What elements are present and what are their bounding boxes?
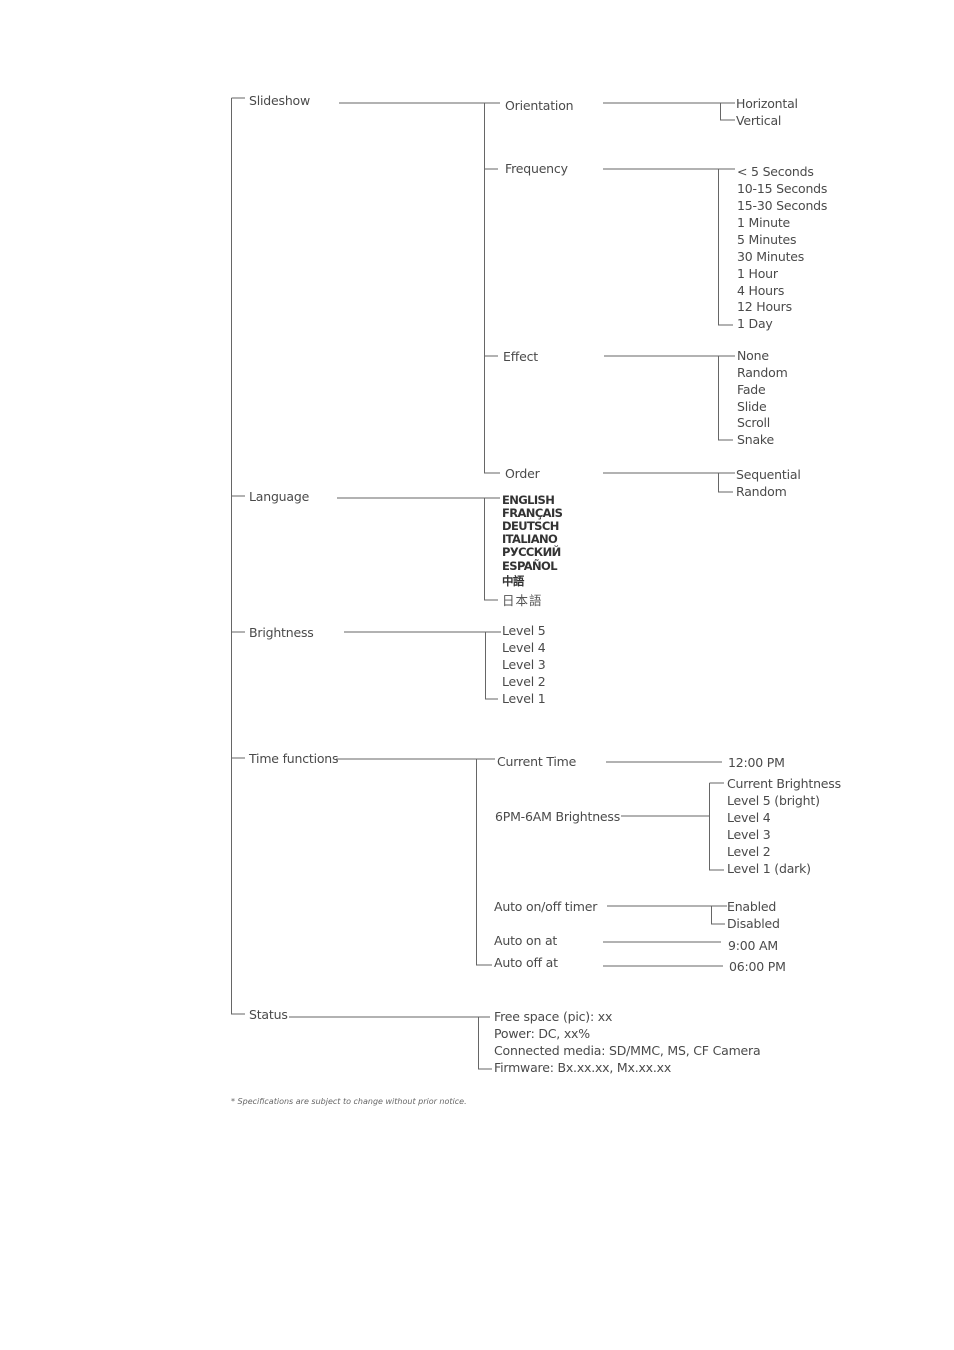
language-option[interactable]: 中語 xyxy=(502,574,524,588)
language-connector xyxy=(337,497,500,601)
orientation-label[interactable]: Orientation xyxy=(505,97,574,114)
language-option[interactable]: 日本語 xyxy=(502,592,543,609)
frequency-connector xyxy=(603,168,735,326)
status-connected-media: Connected media: SD/MMC, MS, CF Camera xyxy=(494,1043,761,1058)
frequency-option[interactable]: 4 Hours xyxy=(737,282,784,299)
night-brightness-option[interactable]: Current Brightness xyxy=(727,775,841,792)
effect-label[interactable]: Effect xyxy=(503,348,538,365)
status-connector xyxy=(289,1016,492,1070)
brightness-option[interactable]: Level 1 xyxy=(502,690,546,707)
effect-option[interactable]: None xyxy=(737,347,769,364)
order-connector xyxy=(603,472,735,493)
option-horizontal[interactable]: Horizontal xyxy=(736,95,798,112)
frequency-option[interactable]: 10-15 Seconds xyxy=(737,180,827,197)
language-option[interactable]: РУССКИЙ xyxy=(502,545,561,559)
option-vertical[interactable]: Vertical xyxy=(736,112,781,129)
effect-connector xyxy=(604,355,735,441)
effect-option[interactable]: Random xyxy=(737,364,788,381)
frequency-option[interactable]: 5 Minutes xyxy=(737,231,797,248)
effect-option[interactable]: Slide xyxy=(737,398,767,415)
main-spine-line xyxy=(231,97,245,1015)
brightness-option[interactable]: Level 2 xyxy=(502,673,546,690)
auto-off-label[interactable]: Auto off at xyxy=(494,954,558,971)
night-brightness-option[interactable]: Level 3 xyxy=(727,826,771,843)
frequency-option[interactable]: 1 Day xyxy=(737,315,773,332)
order-option[interactable]: Random xyxy=(736,483,787,500)
brightness-label[interactable]: Brightness xyxy=(249,624,314,641)
order-option[interactable]: Sequential xyxy=(736,466,801,483)
frequency-option[interactable]: 1 Hour xyxy=(737,265,778,282)
brightness-option[interactable]: Level 3 xyxy=(502,656,546,673)
frequency-option[interactable]: 12 Hours xyxy=(737,298,792,315)
night-brightness-option[interactable]: Level 1 (dark) xyxy=(727,860,811,877)
language-label[interactable]: Language xyxy=(249,488,309,505)
brightness-connector xyxy=(344,631,501,700)
effect-option[interactable]: Scroll xyxy=(737,414,770,431)
language-option[interactable]: ESPAÑOL xyxy=(502,559,558,573)
night-brightness-option[interactable]: Level 4 xyxy=(727,809,771,826)
night-brightness-option[interactable]: Level 2 xyxy=(727,843,771,860)
status-firmware: Firmware: Bx.xx.xx, Mx.xx.xx xyxy=(494,1060,672,1075)
time-functions-label[interactable]: Time functions xyxy=(249,750,339,767)
slideshow-label[interactable]: Slideshow xyxy=(249,92,310,109)
auto-timer-option[interactable]: Enabled xyxy=(727,898,776,915)
auto-timer-connector xyxy=(607,905,727,925)
status-power: Power: DC, xx% xyxy=(494,1026,590,1041)
effect-option[interactable]: Fade xyxy=(737,381,766,398)
slideshow-connector xyxy=(339,102,500,474)
order-label[interactable]: Order xyxy=(505,465,540,482)
auto-timer-option[interactable]: Disabled xyxy=(727,915,780,932)
frequency-option[interactable]: 30 Minutes xyxy=(737,248,804,265)
auto-on-value[interactable]: 9:00 AM xyxy=(728,937,778,954)
brightness-option[interactable]: Level 5 xyxy=(502,622,546,639)
status-label[interactable]: Status xyxy=(249,1006,288,1023)
night-brightness-connector xyxy=(621,782,724,871)
night-brightness-option[interactable]: Level 5 (bright) xyxy=(727,792,820,809)
brightness-option[interactable]: Level 4 xyxy=(502,639,546,656)
auto-on-label[interactable]: Auto on at xyxy=(494,932,557,949)
frequency-option[interactable]: 15-30 Seconds xyxy=(737,197,827,214)
status-free-space: Free space (pic): xx xyxy=(494,1009,613,1024)
frequency-option[interactable]: < 5 Seconds xyxy=(737,163,814,180)
night-brightness-label[interactable]: 6PM-6AM Brightness xyxy=(495,808,620,825)
frequency-label[interactable]: Frequency xyxy=(505,160,568,177)
current-time-value[interactable]: 12:00 PM xyxy=(728,754,785,771)
effect-option[interactable]: Snake xyxy=(737,431,774,448)
auto-timer-label[interactable]: Auto on/off timer xyxy=(494,898,597,915)
current-time-label[interactable]: Current Time xyxy=(497,753,576,770)
auto-off-value[interactable]: 06:00 PM xyxy=(729,958,786,975)
time-functions-connector xyxy=(336,758,495,966)
frequency-option[interactable]: 1 Minute xyxy=(737,214,790,231)
footnote: * Specifications are subject to change w… xyxy=(231,1097,467,1106)
orientation-connector xyxy=(603,102,735,121)
